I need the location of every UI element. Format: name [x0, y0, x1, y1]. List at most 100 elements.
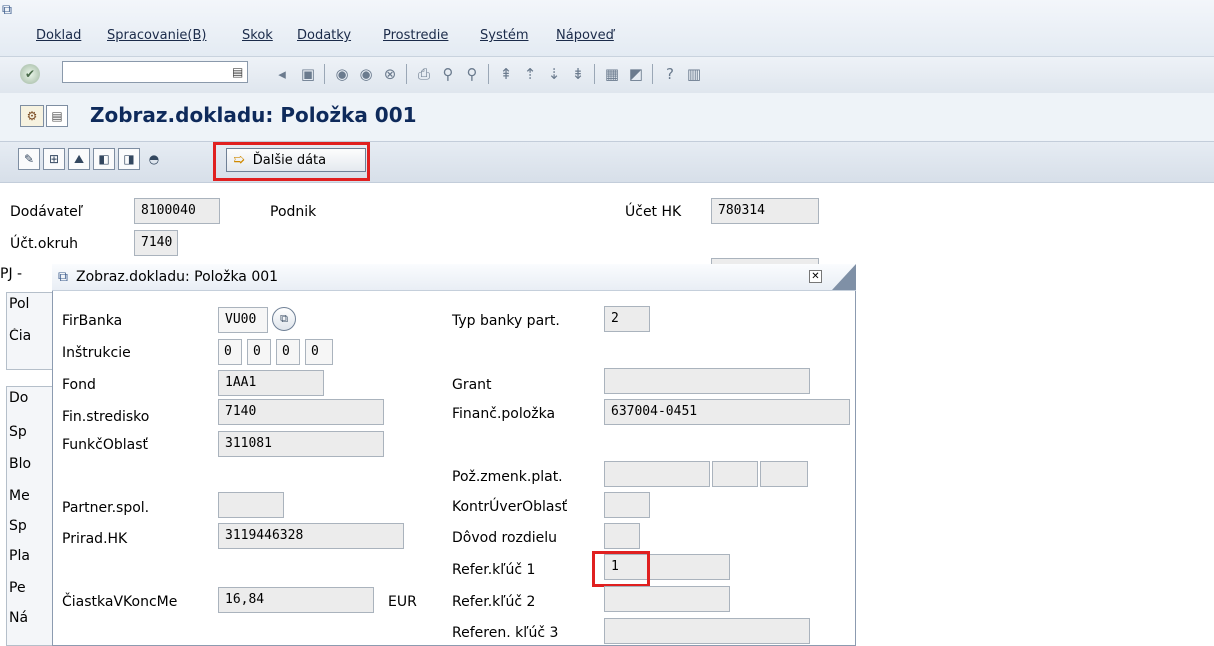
side-text: Me: [9, 488, 30, 504]
enter-icon[interactable]: ✔: [20, 64, 40, 84]
overview-icon[interactable]: ⊞: [43, 148, 65, 170]
vendor-icon[interactable]: ⛰: [68, 148, 90, 170]
toolbar-separator: [594, 64, 595, 84]
amount-label: ČiastkaVKoncMe: [62, 594, 178, 610]
side-text: Sp: [9, 424, 27, 440]
last-page-icon[interactable]: ⇟: [568, 64, 588, 84]
exit-icon[interactable]: ◉: [356, 64, 376, 84]
reason-diff-label: Dôvod rozdielu: [452, 530, 558, 546]
popup-icon: ⧉: [58, 269, 68, 285]
page-title: Zobraz.dokladu: Položka 001: [90, 103, 417, 127]
control-area-popup-label: KontrÚverOblasť: [452, 499, 568, 515]
side-text: Pla: [9, 548, 30, 564]
next-page-icon[interactable]: ⇣: [544, 64, 564, 84]
grant-label: Grant: [452, 377, 492, 393]
first-page-icon[interactable]: ⇞: [496, 64, 516, 84]
ref-key2-label: Refer.kľúč 2: [452, 594, 536, 610]
fund-field[interactable]: 1AA1: [218, 370, 324, 396]
gl-account-field[interactable]: 780314: [711, 198, 819, 224]
toolbar-separator: [488, 64, 489, 84]
toolbar-separator: [324, 64, 325, 84]
menu-napoved[interactable]: Nápoveď: [556, 28, 614, 43]
edit-icon[interactable]: ✎: [18, 148, 40, 170]
grant-field[interactable]: [604, 368, 810, 394]
vendor-field[interactable]: 8100040: [134, 198, 220, 224]
help-icon[interactable]: ?: [660, 64, 680, 84]
cancel-icon[interactable]: ⊗: [380, 64, 400, 84]
next-item-icon[interactable]: ◨: [118, 148, 140, 170]
back-arrow-icon[interactable]: ◂: [272, 64, 292, 84]
payment-change-field[interactable]: [760, 461, 808, 487]
instruction-field[interactable]: 0: [276, 339, 300, 365]
instruction-field[interactable]: 0: [218, 339, 242, 365]
menu-spracovanie[interactable]: Spracovanie(B): [107, 28, 207, 43]
instruction-field[interactable]: 0: [247, 339, 271, 365]
fir-bank-label: FirBanka: [62, 313, 123, 329]
side-text: Pe: [9, 580, 26, 596]
arrow-right-icon: ➯: [233, 152, 245, 168]
fir-bank-field[interactable]: VU00: [218, 307, 268, 333]
instruction-field[interactable]: 0: [305, 339, 333, 365]
display-change-icon[interactable]: ⚙: [20, 105, 44, 127]
find-icon[interactable]: ⚲: [438, 64, 458, 84]
menu-doklad[interactable]: Doklad: [36, 28, 81, 43]
currency-label: EUR: [388, 594, 417, 610]
assign-gl-label: Prirad.HK: [62, 531, 128, 547]
commitment-item-field[interactable]: 637004-0451: [604, 399, 850, 425]
ref-key1-label: Refer.kľúč 1: [452, 562, 536, 578]
gl-account-label: Účet HK: [625, 204, 682, 220]
control-area-field[interactable]: 7140: [134, 230, 178, 256]
command-history-icon[interactable]: ▤: [232, 65, 243, 79]
stamp-icon[interactable]: ◓: [143, 148, 165, 170]
control-area-popup-field[interactable]: [604, 492, 650, 518]
instructions-label: Inštrukcie: [62, 345, 131, 361]
other-document-icon[interactable]: ▤: [46, 105, 68, 127]
company-label: Podnik: [270, 204, 317, 220]
toolbar-separator: [652, 64, 653, 84]
vendor-label: Dodávateľ: [10, 204, 84, 220]
find-next-icon[interactable]: ⚲: [462, 64, 482, 84]
func-area-field[interactable]: 311081: [218, 431, 384, 457]
menu-skok[interactable]: Skok: [242, 28, 273, 43]
previous-page-icon[interactable]: ⇡: [520, 64, 540, 84]
payment-change-field[interactable]: [712, 461, 758, 487]
menu-system[interactable]: Systém: [480, 28, 528, 43]
application-toolbar: [0, 141, 1214, 183]
partner-bank-type-label: Typ banky part.: [452, 313, 560, 329]
side-text: Pol: [9, 296, 30, 312]
shortcut-icon[interactable]: ◩: [626, 64, 646, 84]
popup-title: Zobraz.dokladu: Položka 001: [76, 269, 279, 285]
fin-center-field[interactable]: 7140: [218, 399, 384, 425]
ref-key2-field[interactable]: [604, 586, 730, 612]
assign-gl-field[interactable]: 3119446328: [218, 523, 404, 549]
previous-item-icon[interactable]: ◧: [93, 148, 115, 170]
menu-icon[interactable]: ⧉: [2, 2, 18, 18]
fund-label: Fond: [62, 377, 96, 393]
amount-field[interactable]: 16,84: [218, 587, 374, 613]
menu-prostredie[interactable]: Prostredie: [383, 28, 448, 43]
more-data-label: Ďalšie dáta: [252, 152, 327, 168]
partner-label: Partner.spol.: [62, 500, 150, 516]
side-text: Ná: [9, 610, 29, 626]
bank-details-icon[interactable]: ⧉: [272, 307, 296, 331]
side-text: PJ -: [0, 266, 23, 282]
payment-change-field[interactable]: [604, 461, 710, 487]
print-icon[interactable]: ⎙: [414, 64, 434, 84]
close-icon[interactable]: ✕: [809, 270, 822, 283]
reason-diff-field[interactable]: [604, 523, 640, 549]
layout-icon[interactable]: ▥: [684, 64, 704, 84]
fin-center-label: Fin.stredisko: [62, 409, 150, 425]
partner-field[interactable]: [218, 492, 284, 518]
save-icon[interactable]: ▣: [298, 64, 318, 84]
side-text: Do: [9, 390, 29, 406]
more-data-button[interactable]: ➯ Ďalšie dáta: [226, 148, 366, 172]
control-area-label: Účt.okruh: [10, 236, 79, 252]
menu-dodatky[interactable]: Dodatky: [297, 28, 351, 43]
back-icon[interactable]: ◉: [332, 64, 352, 84]
ref-key3-label: Referen. kľúč 3: [452, 625, 559, 641]
ref-key3-field[interactable]: [604, 618, 810, 644]
command-field[interactable]: [62, 61, 248, 83]
commitment-item-label: Finanč.položka: [452, 406, 556, 422]
new-session-icon[interactable]: ▦: [602, 64, 622, 84]
partner-bank-type-field[interactable]: 2: [604, 306, 650, 332]
